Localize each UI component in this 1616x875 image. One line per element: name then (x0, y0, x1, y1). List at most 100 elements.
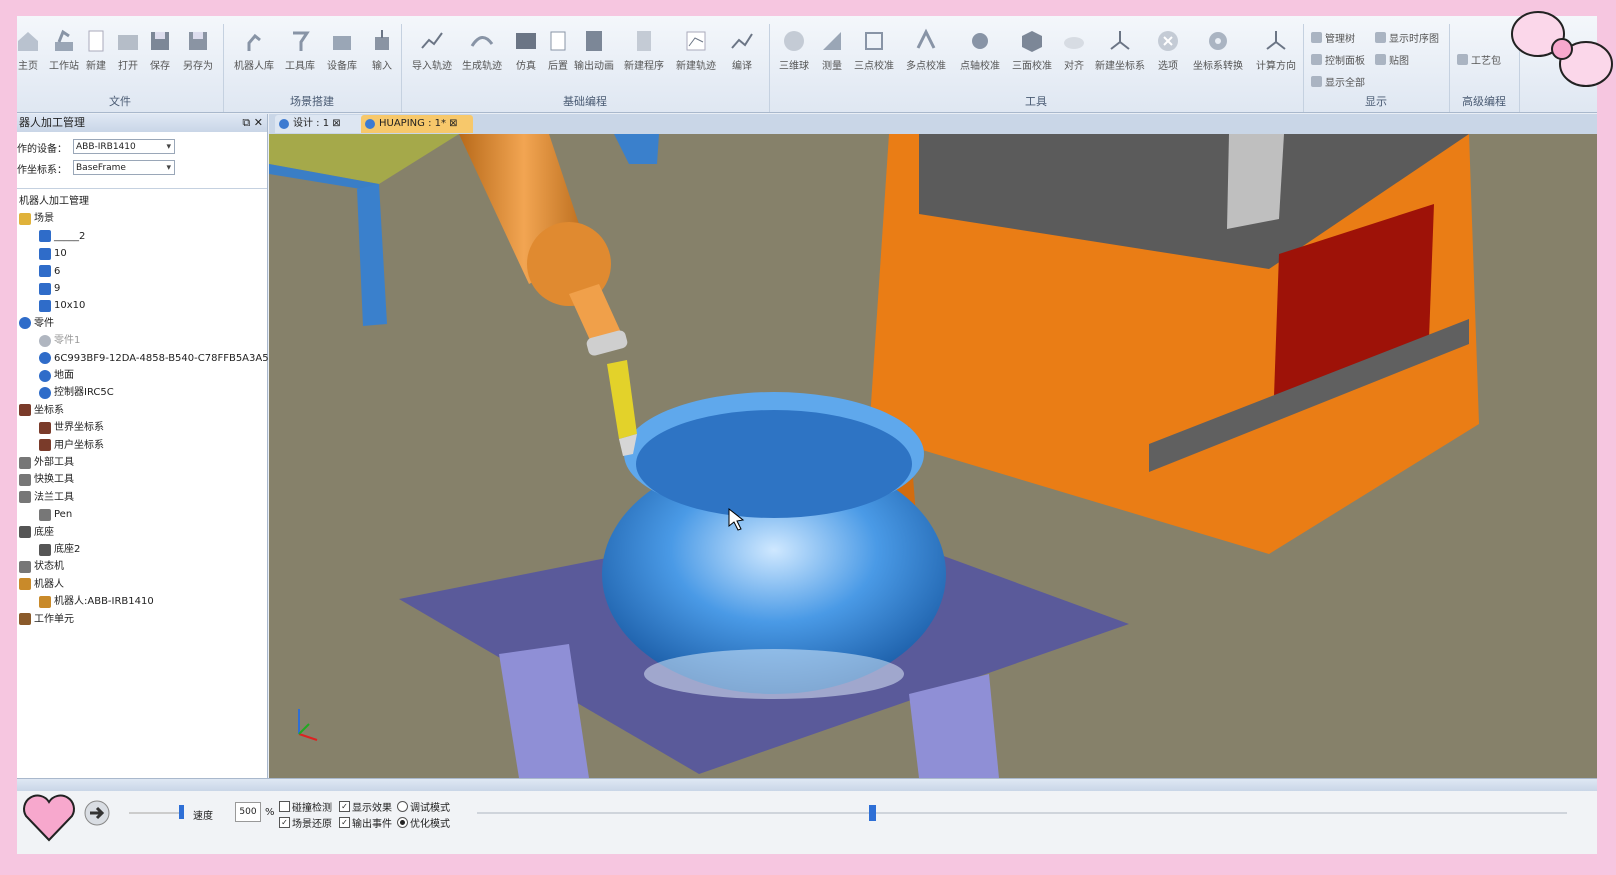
frame-transform-button[interactable]: 坐标系转换 (1193, 28, 1243, 72)
next-arrow-icon[interactable] (83, 799, 111, 827)
save-as-icon (189, 32, 207, 50)
tree-node-label: 零件1 (54, 335, 81, 347)
tree-node-label: 机器人加工管理 (19, 196, 89, 207)
cube-icon (39, 282, 51, 295)
show-all-button[interactable]: 显示全部 (1311, 74, 1365, 89)
output-event-check[interactable]: ✓ 输出事件 (339, 815, 392, 830)
tree-node[interactable]: 世界坐标系 (39, 419, 104, 436)
app-window: 主页 工作站 新建 打开 保存 另存为 文件 机器人库 工具库 设备库 输入 场… (17, 16, 1597, 854)
tree-node-label: 坐标系 (34, 404, 64, 416)
optimize-mode-radio[interactable]: 优化模式 (397, 815, 450, 830)
tree-node[interactable]: 机器人:ABB-IRB1410 (39, 593, 154, 610)
manage-tree-button[interactable]: 管理树 (1311, 30, 1355, 45)
cube-icon (39, 247, 51, 260)
compile-icon (731, 33, 753, 49)
workpiece-highlight (644, 649, 904, 699)
tree-node[interactable]: _____2 (39, 228, 85, 245)
tree-node[interactable]: Pen (39, 506, 72, 523)
new-program-button[interactable]: 新建程序 (619, 28, 669, 72)
align-button[interactable]: 对齐 (1049, 28, 1099, 72)
texture-button[interactable]: 贴图 (1375, 52, 1409, 67)
tree-node[interactable]: 机器人 (19, 576, 64, 593)
base-icon (39, 543, 51, 556)
tree-node[interactable]: 地面 (39, 367, 74, 384)
frame-label: 作坐标系： (17, 165, 67, 176)
tree-node[interactable]: 法兰工具 (19, 489, 74, 506)
tree-node[interactable]: 快换工具 (19, 471, 74, 488)
timeline-track[interactable] (477, 805, 1567, 821)
timing-chart-button[interactable]: 显示时序图 (1375, 30, 1439, 45)
new-path-button[interactable]: 新建轨迹 (671, 28, 721, 72)
speed-input[interactable]: 500 (235, 802, 261, 822)
frame-select[interactable]: BaseFrame (73, 160, 175, 176)
timing-icon (1375, 32, 1386, 43)
generate-path-button[interactable]: 生成轨迹 (457, 28, 507, 72)
gear-icon (1209, 32, 1227, 50)
tree-node[interactable]: 工作单元 (19, 611, 74, 628)
pen-tool (607, 360, 637, 439)
tree-node[interactable]: 控制器IRC5C (39, 384, 114, 401)
panel-pin-close-icon[interactable]: ⧉ ✕ (242, 114, 263, 132)
collision-check[interactable]: 碰撞检测 (279, 799, 332, 814)
new-frame-button[interactable]: 新建坐标系 (1095, 28, 1145, 72)
gear-icon (39, 369, 51, 382)
robot-arm-icon (247, 33, 261, 51)
gear-gray-icon (39, 334, 51, 347)
control-panel-button[interactable]: 控制面板 (1311, 52, 1365, 67)
tree-node[interactable]: 状态机 (19, 558, 64, 575)
tab-design[interactable]: 设计 : 1 ⊠ (275, 115, 373, 133)
generate-path-icon (470, 36, 494, 47)
calibration-icon (865, 32, 883, 50)
speed-label: 速度 (193, 811, 213, 822)
tree-node-label: 快换工具 (34, 474, 74, 486)
axis-icon (39, 439, 51, 452)
point-axis-calibration-button[interactable]: 点轴校准 (955, 28, 1005, 72)
tree-node[interactable]: 10x10 (39, 297, 85, 314)
ribbon-group-display: 管理树 显示时序图 控制面板 贴图 显示全部 显示 (1303, 24, 1450, 112)
pink-heart-decoration-icon (23, 794, 75, 842)
tree-node[interactable]: 用户坐标系 (39, 437, 104, 454)
tree-node-label: _____2 (54, 230, 86, 242)
cube-icon (39, 265, 51, 278)
import-path-button[interactable]: 导入轨迹 (407, 28, 457, 72)
tree-node[interactable]: 6 (39, 263, 60, 280)
speed-slider-thumb[interactable] (179, 805, 184, 819)
speed-slider-track[interactable] (129, 812, 179, 814)
tree-node-label: 用户坐标系 (54, 439, 104, 451)
debug-mode-radio[interactable]: 调试模式 (397, 799, 450, 814)
device-select[interactable]: ABB-IRB1410 (73, 139, 175, 155)
tree-node[interactable]: 机器人加工管理 (19, 193, 89, 210)
scene-restore-check[interactable]: ✓ 场景还原 (279, 815, 332, 830)
point-axis-icon (972, 33, 988, 49)
robot-machining-panel: 器人加工管理 ⧉ ✕ 作的设备： ABB-IRB1410 作坐标系： BaseF… (17, 114, 276, 778)
compute-direction-button[interactable]: 计算方向 (1251, 28, 1301, 72)
tab-huaping[interactable]: HUAPING : 1* ⊠ (361, 115, 473, 133)
tree-node-label: 世界坐标系 (54, 422, 104, 434)
tree-node[interactable]: 坐标系 (19, 402, 64, 419)
pink-bow-decoration-icon (1511, 11, 1613, 87)
tree-node[interactable]: 场景 (19, 210, 54, 227)
show-effect-check[interactable]: ✓ 显示效果 (339, 799, 392, 814)
process-package-button[interactable]: 工艺包 (1457, 52, 1501, 67)
cube-icon (39, 299, 51, 312)
export-animation-button[interactable]: 输出动画 (569, 28, 619, 72)
tree-node[interactable]: 6C993BF9-12DA-4858-B540-C78FFB5A3A5C (39, 350, 276, 367)
three-point-calibration-button[interactable]: 三点校准 (849, 28, 899, 72)
robot-library-button[interactable]: 机器人库 (229, 28, 279, 72)
timeline-thumb[interactable] (869, 805, 877, 821)
save-as-button[interactable]: 另存为 (173, 28, 223, 72)
options-button[interactable]: 选项 (1143, 28, 1193, 72)
tree-node-label: 场景 (34, 213, 54, 225)
tree-node[interactable]: 底座 (19, 524, 54, 541)
import-button[interactable]: 输入 (357, 28, 407, 72)
compile-button[interactable]: 编译 (717, 28, 767, 72)
tree-node[interactable]: 零件1 (39, 332, 80, 349)
tree-node[interactable]: 底座2 (39, 541, 80, 558)
cube-icon (39, 230, 51, 243)
multi-point-calibration-button[interactable]: 多点校准 (901, 28, 951, 72)
3d-viewport[interactable] (269, 134, 1597, 778)
tree-node[interactable]: 零件 (19, 315, 54, 332)
tree-node[interactable]: 外部工具 (19, 454, 74, 471)
tree-node[interactable]: 9 (39, 280, 60, 297)
tree-node[interactable]: 10 (39, 245, 67, 262)
